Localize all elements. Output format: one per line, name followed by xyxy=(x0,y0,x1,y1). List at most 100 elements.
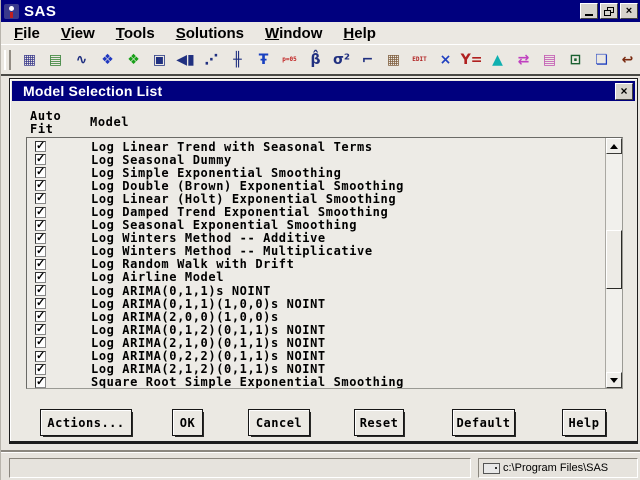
model-label: Log Linear (Holt) Exponential Smoothing xyxy=(91,191,397,206)
auto-fit-checkbox[interactable]: ✓ xyxy=(35,206,46,218)
clear-icon[interactable]: × xyxy=(433,47,458,73)
model-row[interactable]: ✓ Log Seasonal Dummy xyxy=(27,152,605,167)
fit-plot-icon[interactable]: ⋰ xyxy=(199,47,224,73)
auto-fit-checkbox[interactable]: ✓ xyxy=(35,285,46,297)
model-row[interactable]: ✓ Log ARIMA(0,1,2)(0,1,1)s NOINT xyxy=(27,323,605,337)
search-data-icon[interactable]: ⊡ xyxy=(563,47,588,73)
model-row[interactable]: ✓ Log Winters Method -- Multiplicative xyxy=(27,244,605,259)
auto-fit-checkbox[interactable]: ✓ xyxy=(35,245,46,257)
close-button[interactable]: × xyxy=(620,3,638,19)
transfer-notes-icon[interactable]: ⇄ xyxy=(511,47,536,73)
model-label: Log Double (Brown) Exponential Smoothing xyxy=(91,178,404,193)
auto-fit-checkbox[interactable]: ✓ xyxy=(35,311,46,323)
high-low-plot-icon[interactable]: ╫ xyxy=(225,47,250,73)
actions-button[interactable]: Actions... xyxy=(40,409,132,436)
step-plot-icon[interactable]: ⌐ xyxy=(355,47,380,73)
auto-fit-checkbox[interactable]: ✓ xyxy=(35,167,46,179)
document-review-icon[interactable]: ▤ xyxy=(537,47,562,73)
data-import-icon[interactable]: ◀▮ xyxy=(173,47,198,73)
toolbar: ▦ ▤ ∿ ❖ ❖ ▣ ◀▮ ⋰ ╫ Ŧp=05 β̂ σ² ⌐ ▦ EDIT × Y= ▲ ⇄ ▤ ⊡ ❏ ↩ xyxy=(1,44,640,76)
vertical-scrollbar[interactable] xyxy=(605,138,622,388)
auto-fit-checkbox[interactable]: ✓ xyxy=(35,363,46,375)
sigma-squared-icon[interactable]: σ² xyxy=(329,47,354,73)
auto-fit-checkbox[interactable]: ✓ xyxy=(35,376,46,388)
model-row[interactable]: ✓ Log Simple Exponential Smoothing xyxy=(27,166,605,180)
auto-fit-checkbox[interactable]: ✓ xyxy=(35,219,46,231)
model-row[interactable]: ✓ Log ARIMA(0,1,1)(1,0,0)s NOINT xyxy=(27,297,605,311)
data-grid-icon[interactable]: ▦ xyxy=(381,47,406,73)
model-row[interactable]: ✓ Log Linear Trend with Seasonal Terms xyxy=(27,139,605,154)
model-row[interactable]: ✓ Log ARIMA(0,1,1)s NOINT xyxy=(27,284,605,298)
link-diagram-green-icon[interactable]: ❖ xyxy=(121,47,146,73)
properties-list-icon[interactable]: ▤ xyxy=(43,47,68,73)
menu-help[interactable]: Help xyxy=(343,25,376,42)
t-statistic-icon[interactable]: Ŧ xyxy=(251,47,276,73)
restore-button[interactable] xyxy=(600,3,618,19)
undo-icon[interactable]: ↩ xyxy=(615,47,640,73)
model-row[interactable]: ✓ Log ARIMA(0,2,2)(0,1,1)s NOINT xyxy=(27,349,605,363)
model-row[interactable]: ✓ Log ARIMA(2,0,0)(1,0,0)s xyxy=(27,310,605,324)
auto-fit-checkbox[interactable]: ✓ xyxy=(35,298,46,310)
column-header-auto: Auto xyxy=(30,109,62,123)
beta-estimate-icon[interactable]: β̂ xyxy=(303,47,328,73)
model-row[interactable]: ✓ Log Winters Method -- Additive xyxy=(27,231,605,245)
data-table-icon[interactable]: ▦ xyxy=(17,47,42,73)
cascade-windows-icon[interactable]: ❏ xyxy=(589,47,614,73)
submit-calendar-icon[interactable]: ▣ xyxy=(147,47,172,73)
model-row[interactable]: ✓ Log ARIMA(2,1,2)(0,1,1)s NOINT xyxy=(27,362,605,376)
model-label: Log Winters Method -- Multiplicative xyxy=(91,244,373,259)
reset-button[interactable]: Reset xyxy=(354,409,404,436)
p-value-icon[interactable]: p=05 xyxy=(277,47,302,73)
help-button[interactable]: Help xyxy=(562,409,606,436)
model-row[interactable]: ✓ Log Linear (Holt) Exponential Smoothing xyxy=(27,191,605,206)
model-row[interactable]: ✓ Log Airline Model xyxy=(27,270,605,284)
model-row[interactable]: ✓ Log Seasonal Exponential Smoothing xyxy=(27,218,605,233)
model-label: Log Seasonal Dummy xyxy=(91,152,232,167)
auto-fit-checkbox[interactable]: ✓ xyxy=(35,350,46,362)
close-icon: × xyxy=(625,5,633,17)
auto-fit-checkbox[interactable]: ✓ xyxy=(35,193,46,205)
status-message-panel xyxy=(9,458,471,478)
menu-tools[interactable]: Tools xyxy=(116,25,155,42)
menu-file[interactable]: File xyxy=(14,25,40,42)
model-label: Square Root Simple Exponential Smoothing xyxy=(91,375,404,389)
fit-equation-icon[interactable]: Y= xyxy=(459,47,484,73)
model-label: Log Random Walk with Drift xyxy=(91,257,295,272)
scroll-up-button[interactable] xyxy=(606,138,622,154)
auto-fit-checkbox[interactable]: ✓ xyxy=(35,258,46,270)
column-header-model: Model xyxy=(90,115,130,129)
minimize-button[interactable] xyxy=(580,3,598,19)
default-button[interactable]: Default xyxy=(452,409,515,436)
dialog-close-button[interactable]: × xyxy=(615,82,633,100)
auto-fit-checkbox[interactable]: ✓ xyxy=(35,141,46,153)
menu-window[interactable]: Window xyxy=(265,25,322,42)
window-titlebar: SAS × xyxy=(1,0,640,22)
model-row[interactable]: ✓ Square Root Simple Exponential Smoothin… xyxy=(27,375,605,389)
dialog-titlebar[interactable]: Model Selection List × xyxy=(12,81,635,101)
auto-fit-checkbox[interactable]: ✓ xyxy=(35,337,46,349)
model-row[interactable]: ✓ Log ARIMA(2,1,0)(0,1,1)s NOINT xyxy=(27,336,605,350)
auto-fit-checkbox[interactable]: ✓ xyxy=(35,154,46,166)
scrollbar-thumb[interactable] xyxy=(606,230,622,289)
auto-fit-checkbox[interactable]: ✓ xyxy=(35,180,46,192)
model-row[interactable]: ✓ Log Random Walk with Drift xyxy=(27,257,605,272)
ok-button[interactable]: OK xyxy=(172,409,203,436)
model-label: Log Linear Trend with Seasonal Terms xyxy=(91,139,373,154)
menu-view[interactable]: View xyxy=(61,25,95,42)
cancel-button[interactable]: Cancel xyxy=(248,409,310,436)
edit-mode-icon[interactable]: EDIT xyxy=(407,47,432,73)
scroll-down-button[interactable] xyxy=(606,372,622,388)
model-label: Log Seasonal Exponential Smoothing xyxy=(91,218,358,233)
window-title: SAS xyxy=(24,2,57,20)
model-row[interactable]: ✓ Log Damped Trend Exponential Smoothing xyxy=(27,205,605,219)
auto-fit-checkbox[interactable]: ✓ xyxy=(35,324,46,336)
wizard-icon[interactable]: ▲ xyxy=(485,47,510,73)
dialog-title: Model Selection List xyxy=(23,83,163,99)
status-path: c:\Program Files\SAS xyxy=(503,462,609,474)
auto-fit-checkbox[interactable]: ✓ xyxy=(35,271,46,283)
model-row[interactable]: ✓ Log Double (Brown) Exponential Smoothin… xyxy=(27,178,605,193)
link-diagram-blue-icon[interactable]: ❖ xyxy=(95,47,120,73)
auto-fit-checkbox[interactable]: ✓ xyxy=(35,232,46,244)
time-series-plot-icon[interactable]: ∿ xyxy=(69,47,94,73)
menu-solutions[interactable]: Solutions xyxy=(176,25,244,42)
